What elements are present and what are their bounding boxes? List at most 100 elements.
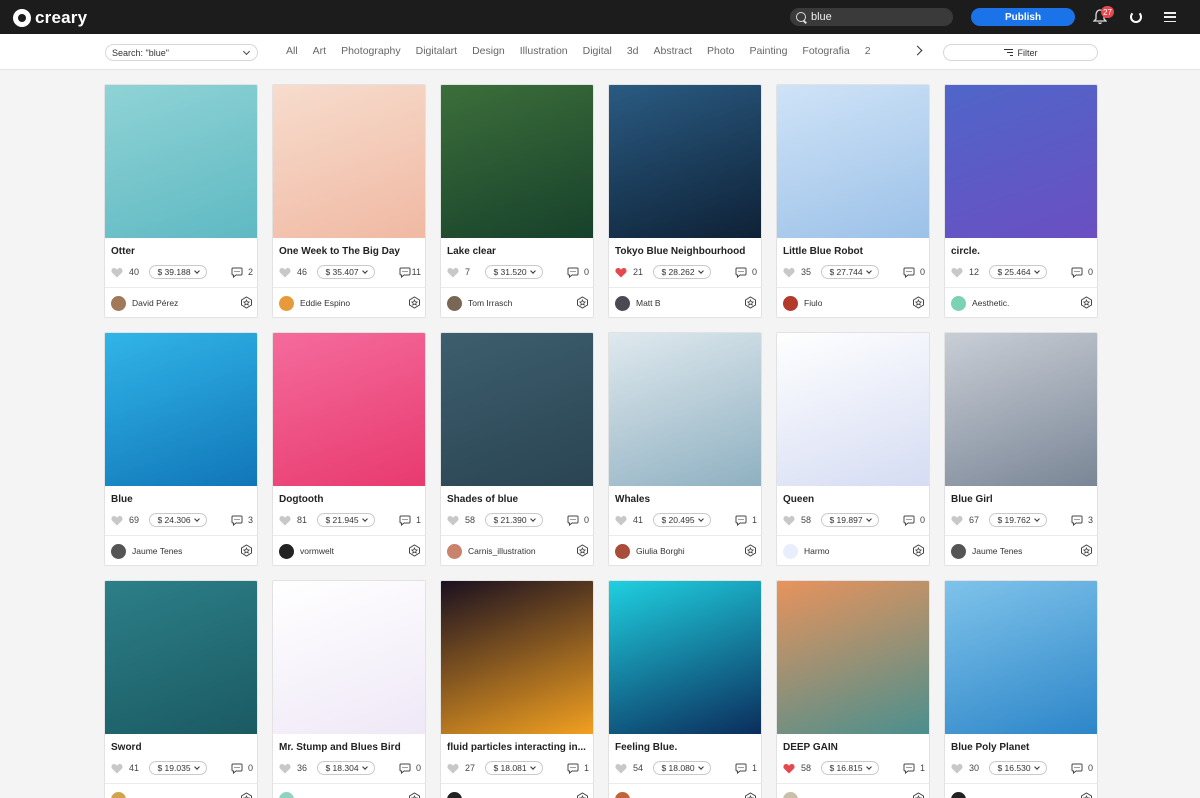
avatar[interactable]	[951, 791, 966, 798]
artwork-thumbnail[interactable]	[441, 581, 593, 734]
author-row[interactable]	[447, 791, 589, 798]
heart-icon[interactable]	[111, 267, 123, 278]
price-dropdown[interactable]: $ 18.081	[485, 761, 543, 775]
artwork-thumbnail[interactable]	[777, 85, 929, 238]
comment-icon[interactable]	[567, 267, 579, 278]
avatar[interactable]	[783, 295, 798, 311]
avatar[interactable]	[951, 295, 966, 311]
heart-icon[interactable]	[615, 763, 627, 774]
comment-icon[interactable]	[735, 763, 747, 774]
artwork-title[interactable]: Queen	[783, 494, 923, 505]
artwork-card[interactable]: Otter 40 $ 39.188 2 David Pérez	[104, 84, 258, 318]
artwork-title[interactable]: Sword	[111, 742, 251, 753]
comment-icon[interactable]	[735, 515, 747, 526]
price-dropdown[interactable]: $ 16.530	[989, 761, 1047, 775]
artwork-title[interactable]: circle.	[951, 246, 1091, 257]
heart-icon[interactable]	[783, 515, 795, 526]
category-tab[interactable]: Art	[313, 45, 326, 61]
artwork-card[interactable]: Blue Girl 67 $ 19.762 3 Jaume Tenes	[944, 332, 1098, 566]
artwork-card[interactable]: circle. 12 $ 25.464 0 Aesthetic.	[944, 84, 1098, 318]
price-dropdown[interactable]: $ 21.390	[485, 513, 543, 527]
artwork-thumbnail[interactable]	[441, 333, 593, 486]
author-name[interactable]: Jaume Tenes	[132, 546, 182, 556]
category-tab[interactable]: Illustration	[520, 45, 568, 61]
avatar[interactable]	[783, 791, 798, 798]
comment-icon[interactable]	[903, 267, 915, 278]
category-tab[interactable]: All	[286, 45, 298, 61]
artwork-title[interactable]: Little Blue Robot	[783, 246, 923, 257]
author-name[interactable]: Giulia Borghi	[636, 546, 685, 556]
artwork-card[interactable]: DEEP GAIN 58 $ 16.815 1	[776, 580, 930, 798]
author-name[interactable]: Aesthetic.	[972, 298, 1009, 308]
author-row[interactable]: Tom Irrasch	[447, 295, 589, 311]
artwork-title[interactable]: One Week to The Big Day	[279, 246, 419, 257]
artwork-title[interactable]: DEEP GAIN	[783, 742, 923, 753]
comment-icon[interactable]	[1071, 515, 1083, 526]
price-dropdown[interactable]: $ 21.945	[317, 513, 375, 527]
artwork-card[interactable]: Blue 69 $ 24.306 3 Jaume Tenes	[104, 332, 258, 566]
comment-icon[interactable]	[567, 515, 579, 526]
heart-icon[interactable]	[951, 763, 963, 774]
author-row[interactable]: Aesthetic.	[951, 295, 1093, 311]
heart-icon[interactable]	[447, 515, 459, 526]
artwork-card[interactable]: Little Blue Robot 35 $ 27.744 0 Fiulo	[776, 84, 930, 318]
author-row[interactable]: Jaume Tenes	[111, 543, 253, 559]
artwork-thumbnail[interactable]	[777, 581, 929, 734]
category-tab[interactable]: Abstract	[654, 45, 693, 61]
category-tab[interactable]: 3d	[627, 45, 639, 61]
author-row[interactable]: Jaume Tenes	[951, 543, 1093, 559]
author-name[interactable]: Fiulo	[804, 298, 822, 308]
artwork-title[interactable]: Shades of blue	[447, 494, 587, 505]
artwork-title[interactable]: Tokyo Blue Neighbourhood	[615, 246, 755, 257]
artwork-thumbnail[interactable]	[273, 85, 425, 238]
author-name[interactable]: vormwelt	[300, 546, 334, 556]
comment-icon[interactable]	[1071, 763, 1083, 774]
heart-icon[interactable]	[951, 267, 963, 278]
category-tab[interactable]: Photo	[707, 45, 734, 61]
author-row[interactable]	[615, 791, 757, 798]
price-dropdown[interactable]: $ 31.520	[485, 265, 543, 279]
avatar[interactable]	[447, 791, 462, 798]
artwork-title[interactable]: Blue Girl	[951, 494, 1091, 505]
category-tab[interactable]: Digital	[583, 45, 612, 61]
category-tab[interactable]: Painting	[749, 45, 787, 61]
heart-icon[interactable]	[783, 763, 795, 774]
author-row[interactable]: Carnis_illustration	[447, 543, 589, 559]
search-scope-select[interactable]: Search: "blue"	[105, 44, 258, 61]
author-row[interactable]: Matt B	[615, 295, 757, 311]
heart-icon[interactable]	[783, 267, 795, 278]
artwork-title[interactable]: fluid particles interacting in...	[447, 742, 587, 753]
comment-icon[interactable]	[399, 267, 411, 278]
price-dropdown[interactable]: $ 24.306	[149, 513, 207, 527]
category-tab[interactable]: Design	[472, 45, 505, 61]
avatar[interactable]	[111, 543, 126, 559]
comment-icon[interactable]	[567, 763, 579, 774]
artwork-thumbnail[interactable]	[105, 85, 257, 238]
publish-button[interactable]: Publish	[971, 8, 1075, 26]
avatar[interactable]	[447, 543, 462, 559]
price-dropdown[interactable]: $ 27.744	[821, 265, 879, 279]
artwork-thumbnail[interactable]	[273, 581, 425, 734]
artwork-thumbnail[interactable]	[105, 333, 257, 486]
heart-icon[interactable]	[447, 267, 459, 278]
avatar[interactable]	[783, 543, 798, 559]
artwork-thumbnail[interactable]	[609, 581, 761, 734]
heart-icon[interactable]	[951, 515, 963, 526]
artwork-title[interactable]: Dogtooth	[279, 494, 419, 505]
category-tab[interactable]: Fotografia	[802, 45, 849, 61]
artwork-thumbnail[interactable]	[609, 333, 761, 486]
price-dropdown[interactable]: $ 19.897	[821, 513, 879, 527]
comment-icon[interactable]	[735, 267, 747, 278]
artwork-thumbnail[interactable]	[945, 333, 1097, 486]
author-row[interactable]: Eddie Espino	[279, 295, 421, 311]
comment-icon[interactable]	[231, 267, 243, 278]
author-row[interactable]: David Pérez	[111, 295, 253, 311]
artwork-card[interactable]: Whales 41 $ 20.495 1 Giulia Borghi	[608, 332, 762, 566]
price-dropdown[interactable]: $ 28.262	[653, 265, 711, 279]
artwork-card[interactable]: Queen 58 $ 19.897 0 Harmo	[776, 332, 930, 566]
avatar[interactable]	[279, 295, 294, 311]
avatar[interactable]	[615, 295, 630, 311]
avatar[interactable]	[279, 791, 294, 798]
price-dropdown[interactable]: $ 16.815	[821, 761, 879, 775]
price-dropdown[interactable]: $ 35.407	[317, 265, 375, 279]
